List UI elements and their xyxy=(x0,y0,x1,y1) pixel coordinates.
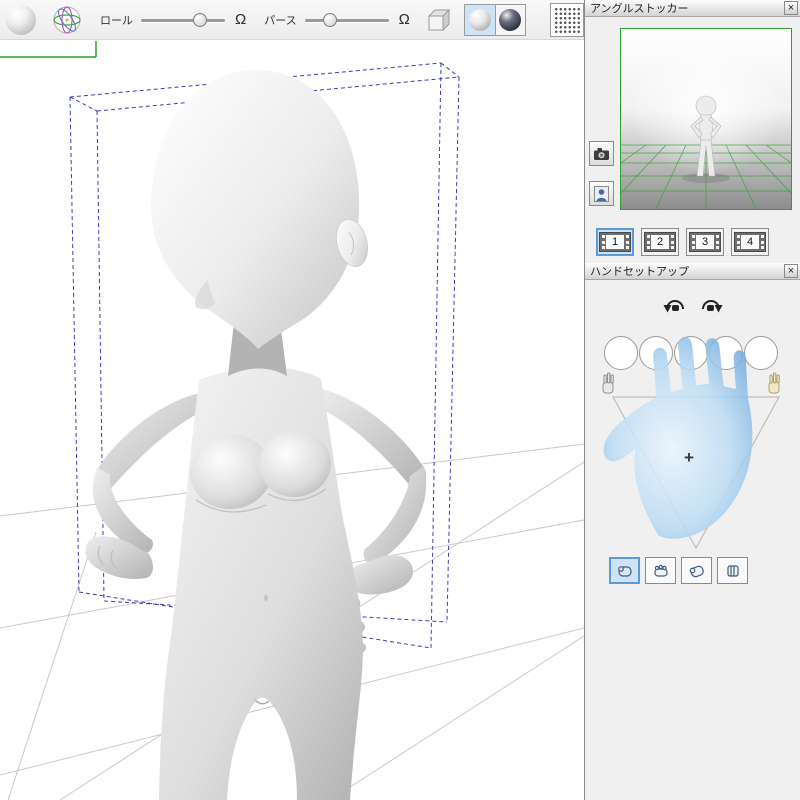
mannequin-figure[interactable] xyxy=(85,70,426,800)
light-sphere-button[interactable] xyxy=(465,5,495,35)
roll-slider-handle[interactable] xyxy=(193,13,207,27)
camera-icon xyxy=(593,147,610,161)
wireframe-cube-icon[interactable] xyxy=(424,6,452,34)
camera-capture-button[interactable] xyxy=(589,141,614,166)
pers-slider-track xyxy=(305,19,389,22)
angle-frame-3[interactable]: 3 xyxy=(686,228,724,256)
hand-pose-button-1[interactable] xyxy=(609,557,640,584)
figure-icon xyxy=(594,186,609,202)
frame-number: 3 xyxy=(696,235,714,249)
hand-setup-content: + xyxy=(585,280,800,800)
fist-knuckles-icon xyxy=(651,562,671,580)
camera-frame-guide xyxy=(0,41,96,57)
angle-stocker-titlebar[interactable]: アングルストッカー × xyxy=(585,0,800,17)
film-icon: 4 xyxy=(734,232,766,252)
rotate-hand-right-icon[interactable] xyxy=(698,294,724,321)
pers-slider[interactable] xyxy=(305,12,389,28)
fist-rotated-icon xyxy=(687,562,707,580)
roll-slider-track xyxy=(141,19,225,22)
roll-slider[interactable] xyxy=(141,12,225,28)
pose-center-marker: + xyxy=(684,448,694,468)
halftone-pattern-icon xyxy=(554,7,580,33)
corner-hand-right-icon xyxy=(769,373,779,393)
angle-frame-2[interactable]: 2 xyxy=(641,228,679,256)
angle-preview[interactable] xyxy=(620,28,792,210)
frame-number: 4 xyxy=(741,235,759,249)
film-icon: 3 xyxy=(689,232,721,252)
halftone-button[interactable] xyxy=(550,3,584,37)
hand-setup-titlebar[interactable]: ハンドセットアップ × xyxy=(585,263,800,280)
rotate-gizmo-icon[interactable] xyxy=(52,5,82,35)
fist-front-icon xyxy=(723,562,743,580)
hand-pose-button-4[interactable] xyxy=(717,557,748,584)
hand-pose-button-3[interactable] xyxy=(681,557,712,584)
hand-setup-close-button[interactable]: × xyxy=(784,264,798,278)
film-icon: 1 xyxy=(599,232,631,252)
figure-thumbnail-button[interactable] xyxy=(589,181,614,206)
angle-frame-4[interactable]: 4 xyxy=(731,228,769,256)
angle-stocker-content: 1 2 3 xyxy=(585,17,800,263)
roll-label: ロール xyxy=(100,12,133,28)
pers-label: パース xyxy=(264,12,296,28)
material-sphere-button[interactable] xyxy=(6,5,36,35)
hand-setup-panel: ハンドセットアップ × xyxy=(585,263,800,800)
dark-sphere-button[interactable] xyxy=(495,5,525,35)
frame-number: 1 xyxy=(606,235,624,249)
angle-stocker-title: アングルストッカー xyxy=(590,0,689,16)
hand-pose-buttons xyxy=(609,557,748,584)
frame-number: 2 xyxy=(651,235,669,249)
viewport-canvas xyxy=(0,0,584,800)
hand-rotate-row xyxy=(585,294,800,321)
corner-hand-left-icon xyxy=(603,373,613,393)
rotate-hand-left-icon[interactable] xyxy=(662,294,688,321)
render-mode-group xyxy=(464,4,526,36)
dark-sphere-icon xyxy=(499,9,521,31)
3d-viewport[interactable] xyxy=(0,0,584,800)
angle-frame-1[interactable]: 1 xyxy=(596,228,634,256)
top-toolbar: ロール Ω パース Ω xyxy=(0,0,584,40)
side-panel-column: アングルストッカー × xyxy=(584,0,800,800)
hand-pose-button-2[interactable] xyxy=(645,557,676,584)
angle-stocker-close-button[interactable]: × xyxy=(784,1,798,15)
fist-thumb-icon xyxy=(615,562,635,580)
pers-slider-handle[interactable] xyxy=(323,13,337,27)
film-icon: 2 xyxy=(644,232,676,252)
angle-preview-canvas xyxy=(621,29,791,209)
pers-reset-icon[interactable]: Ω xyxy=(399,12,410,27)
angle-frame-row: 1 2 3 xyxy=(596,228,769,256)
light-sphere-icon xyxy=(469,9,491,31)
angle-stocker-panel: アングルストッカー × xyxy=(585,0,800,263)
roll-reset-icon[interactable]: Ω xyxy=(235,12,246,27)
hand-setup-title: ハンドセットアップ xyxy=(590,263,689,279)
blue-hand-illustration xyxy=(593,331,764,545)
